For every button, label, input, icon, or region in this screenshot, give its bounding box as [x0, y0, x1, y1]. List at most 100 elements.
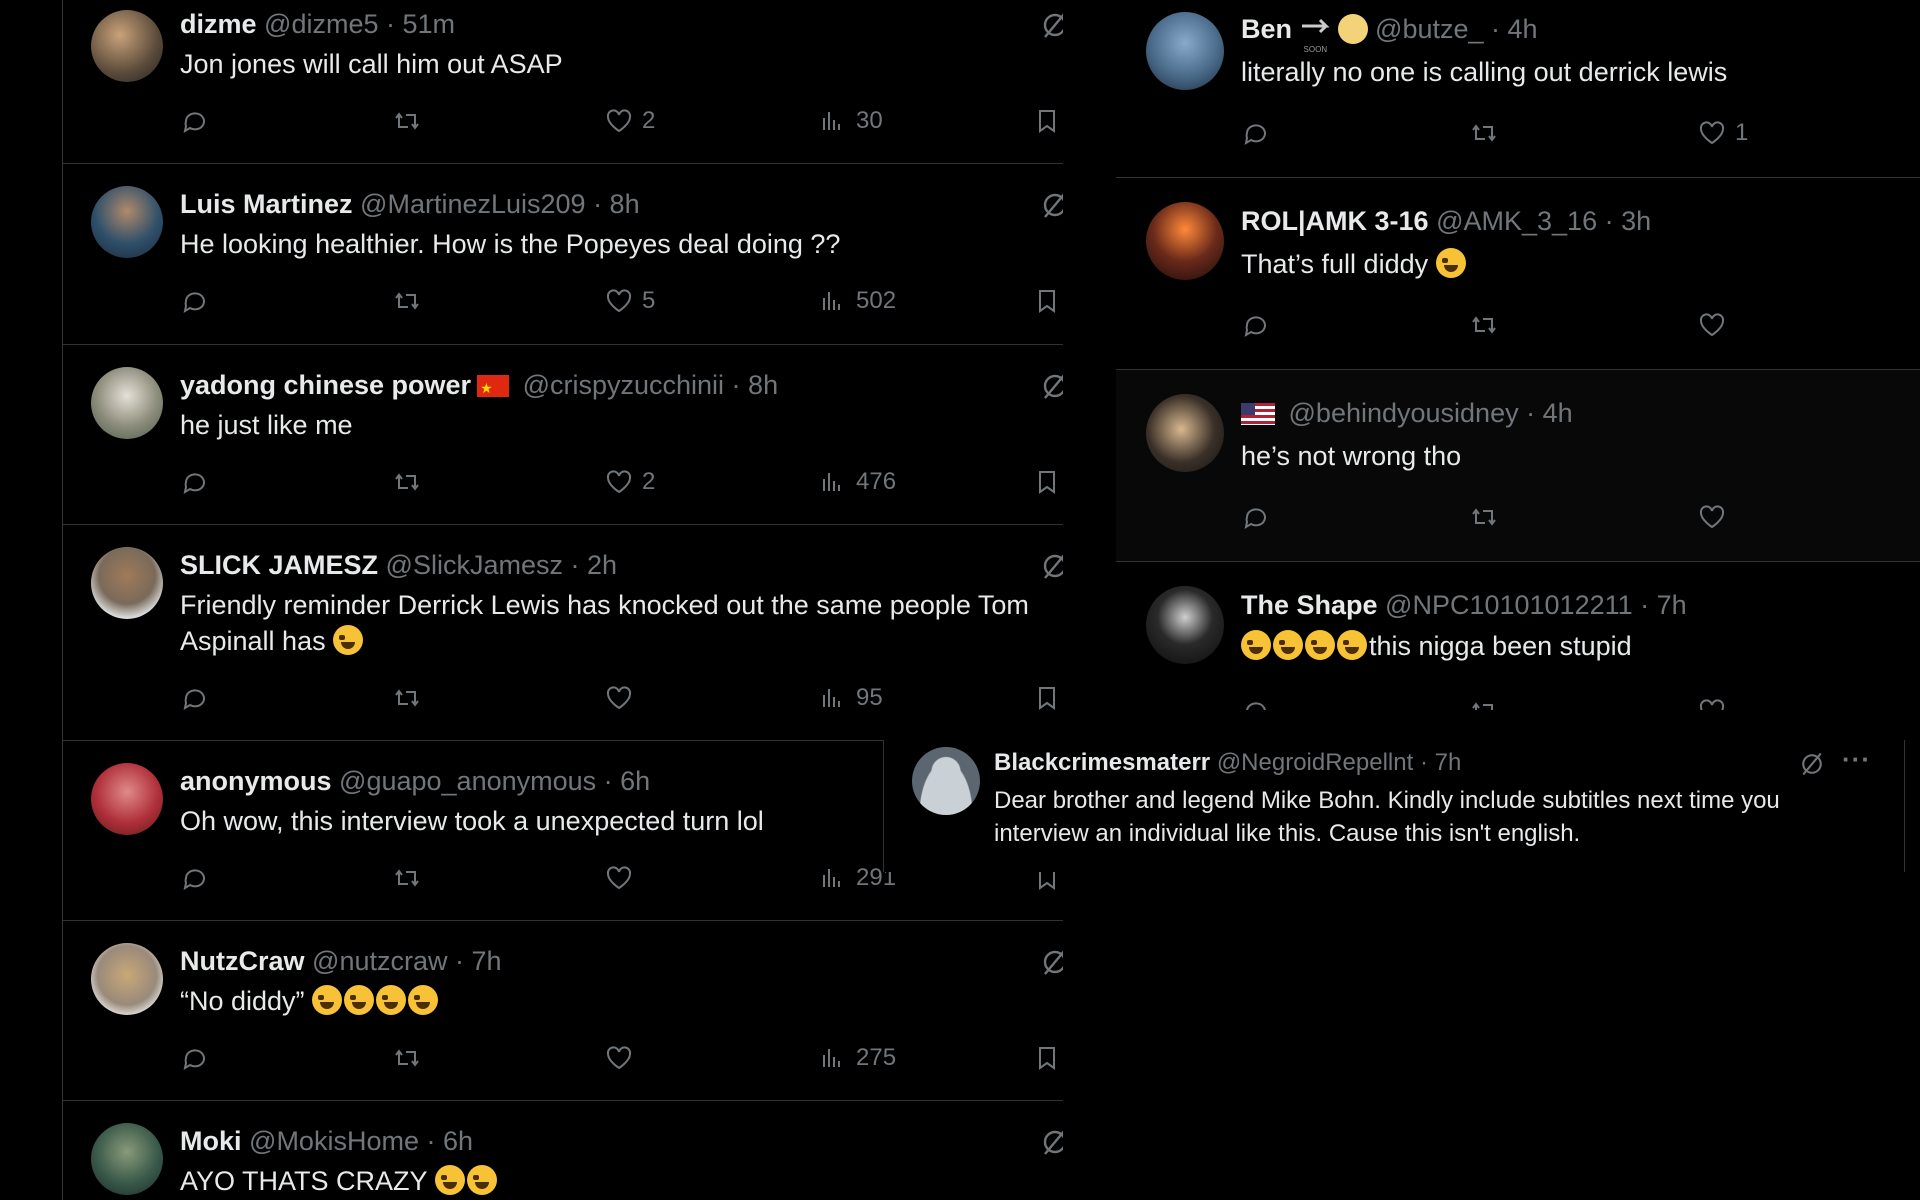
handle-timestamp[interactable]: @MartinezLuis209 · 8h [360, 189, 640, 219]
tweet[interactable]: Luis Martinez @MartinezLuis209 · 8h He l… [63, 164, 1063, 345]
retweet-button[interactable] [1469, 118, 1499, 148]
retweet-button[interactable] [1469, 696, 1499, 710]
reply-button[interactable] [1241, 502, 1271, 532]
action-bar: 1 [1241, 118, 1841, 150]
reply-button[interactable] [1241, 310, 1271, 340]
retweet-button[interactable] [1469, 310, 1499, 340]
like-button[interactable] [1697, 502, 1727, 532]
retweet-button[interactable] [392, 106, 422, 136]
view-count: 502 [856, 287, 897, 314]
handle-timestamp[interactable]: @dizme5 · 51m [264, 9, 455, 39]
bookmark-button[interactable] [1032, 683, 1062, 713]
overlay-reply[interactable]: Blackcrimesmaterr @NegroidRepellnt · 7h … [883, 740, 1905, 872]
retweet-button[interactable] [392, 1043, 422, 1073]
tweet[interactable]: Moki @MokisHome · 6h ··· AYO THATS CRAZY [63, 1101, 1063, 1200]
views-button[interactable]: 95 [818, 683, 883, 713]
avatar[interactable] [1146, 394, 1224, 472]
avatar[interactable] [91, 547, 163, 619]
like-button[interactable] [604, 863, 634, 893]
avatar[interactable] [1146, 202, 1224, 280]
avatar[interactable] [91, 186, 163, 258]
retweet-button[interactable] [1469, 502, 1499, 532]
display-name[interactable]: Blackcrimesmaterr [994, 749, 1210, 776]
grok-icon[interactable] [1798, 750, 1826, 778]
reply-button[interactable] [180, 1043, 210, 1073]
reply-button[interactable] [180, 863, 210, 893]
grok-icon[interactable] [1039, 370, 1063, 402]
handle-timestamp[interactable]: @NegroidRepellnt · 7h [1217, 749, 1462, 776]
handle-timestamp[interactable]: @NPC10101012211 · 7h [1385, 590, 1687, 620]
handle-timestamp[interactable]: @guapo_anonymous · 6h [339, 766, 650, 796]
reply-button[interactable] [180, 467, 210, 497]
grok-icon[interactable] [1039, 946, 1063, 978]
handle-timestamp[interactable]: @crispyzucchinii · 8h [523, 370, 779, 400]
avatar[interactable] [912, 747, 980, 815]
tweet[interactable]: The Shape @NPC10101012211 · 7h this nigg… [1116, 562, 1920, 710]
handle-timestamp[interactable]: @MokisHome · 6h [249, 1126, 473, 1156]
avatar[interactable] [91, 943, 163, 1015]
tweet[interactable]: Ben SOON @butze_ · 4h literally no one i… [1116, 0, 1920, 178]
handle-timestamp[interactable]: @nutzcraw · 7h [312, 946, 501, 976]
tweet[interactable]: dizme @dizme5 · 51m Jon jones will call … [63, 0, 1063, 164]
like-button[interactable] [1697, 696, 1727, 710]
bookmark-button[interactable] [1032, 286, 1062, 316]
grok-icon[interactable] [1039, 9, 1063, 41]
avatar[interactable] [91, 1123, 163, 1195]
views-button[interactable]: 30 [818, 106, 883, 136]
handle-timestamp[interactable]: @SlickJamesz · 2h [386, 550, 617, 580]
display-name[interactable]: yadong chinese power [180, 370, 471, 400]
retweet-button[interactable] [392, 683, 422, 713]
grok-icon[interactable] [1039, 550, 1063, 582]
retweet-icon [395, 870, 419, 886]
like-button[interactable]: 1 [1697, 118, 1748, 148]
grok-icon[interactable] [1039, 1126, 1063, 1158]
avatar[interactable] [1146, 12, 1224, 90]
display-name[interactable]: The Shape [1241, 590, 1378, 620]
display-name[interactable]: Luis Martinez [180, 189, 353, 219]
reply-button[interactable] [180, 106, 210, 136]
bookmark-button[interactable] [1032, 1043, 1062, 1073]
avatar[interactable] [91, 367, 163, 439]
grok-icon[interactable] [1039, 189, 1063, 221]
display-name[interactable]: dizme [180, 9, 257, 39]
views-button[interactable]: 275 [818, 1043, 896, 1073]
bookmark-button[interactable] [1032, 106, 1062, 136]
display-name[interactable]: SLICK JAMESZ [180, 550, 378, 580]
tweet[interactable]: ROL|AMK 3-16 @AMK_3_16 · 3h That’s full … [1116, 178, 1920, 370]
retweet-button[interactable] [392, 863, 422, 893]
display-name[interactable]: Ben [1241, 14, 1292, 44]
like-button[interactable] [604, 683, 634, 713]
retweet-button[interactable] [392, 286, 422, 316]
tweet[interactable]: yadong chinese power @crispyzucchinii · … [63, 345, 1063, 525]
display-name[interactable]: Moki [180, 1126, 242, 1156]
like-button[interactable] [1697, 310, 1727, 340]
tweet-header: The Shape @NPC10101012211 · 7h [1241, 589, 1687, 621]
more-icon[interactable]: ··· [1842, 744, 1871, 775]
views-button[interactable]: 502 [818, 286, 896, 316]
tweet[interactable]: @behindyousidney · 4h he’s not wrong tho [1116, 370, 1920, 562]
retweet-button[interactable] [392, 467, 422, 497]
tweet[interactable]: NutzCraw @nutzcraw · 7h ··· “No diddy” 2… [63, 921, 1063, 1101]
reply-button[interactable] [1241, 118, 1271, 148]
avatar[interactable] [91, 10, 163, 82]
display-name[interactable]: NutzCraw [180, 946, 305, 976]
tweet-text: literally no one is calling out derrick … [1241, 57, 1728, 87]
handle-timestamp[interactable]: @butze_ · 4h [1375, 14, 1538, 44]
laughing-emoji-icon [376, 985, 407, 1015]
bookmark-button[interactable] [1032, 467, 1062, 497]
like-button[interactable]: 5 [604, 286, 655, 316]
avatar[interactable] [91, 763, 163, 835]
like-button[interactable]: 2 [604, 106, 655, 136]
reply-button[interactable] [180, 286, 210, 316]
display-name[interactable]: ROL|AMK 3-16 [1241, 206, 1429, 236]
display-name[interactable]: anonymous [180, 766, 332, 796]
reply-button[interactable] [1241, 696, 1271, 710]
views-button[interactable]: 476 [818, 467, 896, 497]
handle-timestamp[interactable]: @behindyousidney · 4h [1289, 398, 1573, 428]
tweet[interactable]: SLICK JAMESZ @SlickJamesz · 2h Friendly … [63, 525, 1063, 741]
reply-button[interactable] [180, 683, 210, 713]
like-button[interactable]: 2 [604, 467, 655, 497]
like-button[interactable] [604, 1043, 634, 1073]
handle-timestamp[interactable]: @AMK_3_16 · 3h [1436, 206, 1651, 236]
avatar[interactable] [1146, 586, 1224, 664]
